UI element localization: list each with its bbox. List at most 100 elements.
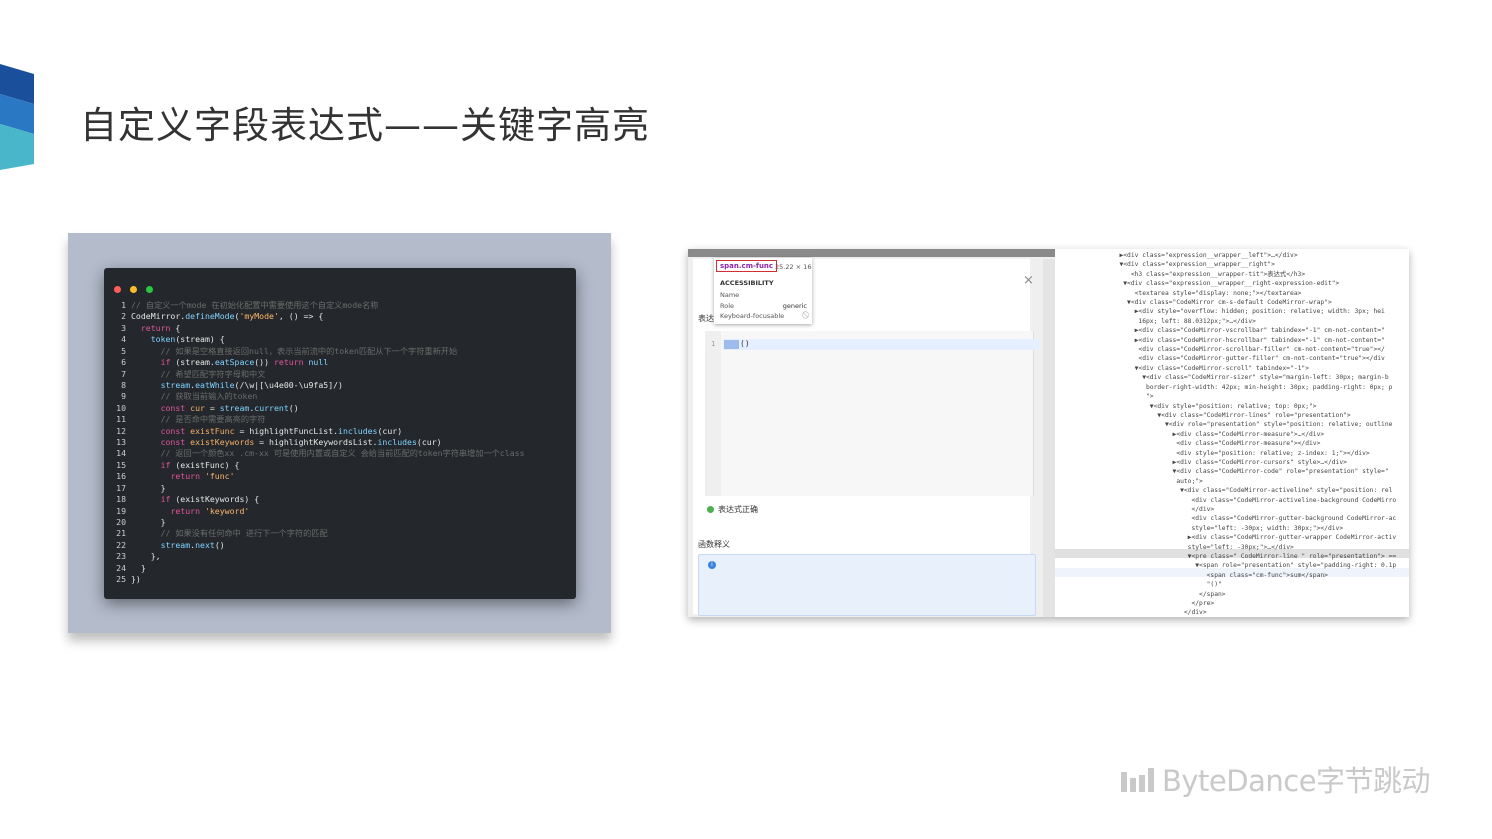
dom-node[interactable]: style="left: -30px;">…</div> bbox=[1055, 543, 1396, 552]
code-token: (cur) bbox=[377, 425, 403, 436]
dom-node[interactable]: <span class="cm-func">sum</span> bbox=[1055, 571, 1396, 580]
logo-text: ByteDance字节跳动 bbox=[1162, 764, 1431, 798]
code-line: 14 // 返回一个颜色xx .cm-xx 可是使用内置或自定义 会给当前匹配的… bbox=[112, 448, 524, 459]
code-line: 21 // 如果没有任何命中 进行下一个字符的匹配 bbox=[112, 528, 525, 539]
code-line: 1 // 自定义一个mode 在初始化配置中需要使用这个自定义mode名称 bbox=[112, 300, 525, 311]
slide-accent-bar bbox=[0, 64, 34, 170]
code-line-number: 2 bbox=[121, 311, 126, 322]
code-line: 25}) bbox=[112, 574, 525, 585]
code-line: 4 token(stream) { bbox=[112, 334, 525, 345]
code-token: // 如果是空格直接返回null，表示当前流中的token匹配从下一个字符重新开… bbox=[131, 345, 458, 356]
dom-node[interactable]: <div class="CodeMirror-activeline-backgr… bbox=[1055, 496, 1396, 505]
dom-node[interactable]: ▼<pre class=" CodeMirror-line " role="pr… bbox=[1055, 552, 1397, 561]
code-line-number: 7 bbox=[121, 368, 126, 379]
dom-node[interactable]: ▼<div class="CodeMirror-sizer" style="ma… bbox=[1055, 373, 1396, 382]
code-line-number: 17 bbox=[116, 482, 126, 493]
elements-panel: ▶<div class="expression__wrapper__left">… bbox=[1055, 249, 1409, 617]
expression-editor[interactable]: 1 () bbox=[705, 331, 1039, 496]
dom-node[interactable]: <div style="position: relative; z-index:… bbox=[1055, 449, 1396, 458]
code-line-number: 25 bbox=[116, 574, 126, 585]
dom-node[interactable]: ▶<div class="expression__wrapper__left">… bbox=[1055, 251, 1396, 260]
code-token: return bbox=[140, 322, 171, 333]
dom-node[interactable]: </pre> bbox=[1055, 599, 1396, 608]
code-line: 23 }, bbox=[112, 551, 525, 562]
dom-node[interactable]: <div class="CodeMirror-scrollbar-filler"… bbox=[1055, 345, 1396, 354]
code-token: = highlightFuncList. bbox=[234, 425, 339, 436]
dom-node[interactable]: ▼<div class="expression__wrapper__right-… bbox=[1055, 279, 1396, 288]
code-line-number: 3 bbox=[121, 322, 126, 333]
code-token: { bbox=[170, 322, 181, 333]
code-token: return bbox=[170, 505, 201, 516]
editor-text: () bbox=[740, 339, 750, 348]
code-token: // 自定义一个mode 在初始化配置中需要使用这个自定义mode名称 bbox=[131, 300, 379, 310]
code-token: existFunc bbox=[185, 425, 235, 436]
dom-node[interactable]: </div> bbox=[1055, 505, 1396, 514]
close-icon[interactable]: × bbox=[1023, 273, 1034, 288]
dom-node[interactable]: ▼<div class="CodeMirror-scroll" tabindex… bbox=[1055, 364, 1396, 373]
dom-node[interactable]: 16px; left: 88.0312px;">…</div> bbox=[1055, 317, 1396, 326]
code-token: if bbox=[160, 357, 171, 368]
code-line-number: 21 bbox=[116, 528, 126, 539]
code-line: 5 // 如果是空格直接返回null，表示当前流中的token匹配从下一个字符重… bbox=[112, 346, 525, 357]
dom-node[interactable]: <h3 class="expression__wrapper-tit">表达式<… bbox=[1055, 270, 1396, 279]
code-block: 1 // 自定义一个mode 在初始化配置中需要使用这个自定义mode名称 2 Cod… bbox=[112, 300, 525, 586]
dom-node[interactable]: <div class="CodeMirror-measure"></div> bbox=[1055, 439, 1396, 448]
dom-node[interactable]: ▼<div role="presentation" style="positio… bbox=[1055, 420, 1396, 429]
dom-node[interactable]: </div> bbox=[1055, 608, 1396, 617]
bytedance-logo: ByteDance字节跳动 bbox=[1120, 758, 1431, 800]
dom-node[interactable]: ▶<div class="CodeMirror-gutter-wrapper C… bbox=[1055, 533, 1397, 542]
dom-node[interactable]: <textarea style="display: none;"></texta… bbox=[1055, 289, 1396, 298]
inspect-tooltip: span.cm-func 25.22 × 16 ACCESSIBILITY Na… bbox=[714, 258, 812, 324]
dom-node[interactable]: auto;"> bbox=[1055, 477, 1396, 486]
code-token: (stream) { bbox=[175, 334, 225, 345]
code-line: 17 } bbox=[112, 483, 525, 494]
code-line-number: 19 bbox=[116, 505, 126, 516]
dom-node[interactable]: ▶<div class="CodeMirror-vscrollbar" tabi… bbox=[1055, 326, 1396, 335]
code-line: 18 if (existKeywords) { bbox=[112, 494, 525, 505]
dom-node[interactable]: ▼<span role="presentation" style="paddin… bbox=[1055, 561, 1396, 570]
code-screenshot-frame: 1 // 自定义一个mode 在初始化配置中需要使用这个自定义mode名称 2 Cod… bbox=[68, 233, 611, 633]
dom-node[interactable]: border-right-width: 42px; min-height: 30… bbox=[1055, 383, 1396, 392]
window-controls bbox=[114, 278, 157, 297]
tooltip-focus-label: Keyboard-focusable bbox=[720, 312, 785, 320]
dom-node[interactable]: ▼<div class="CodeMirror-lines" role="pre… bbox=[1055, 411, 1396, 420]
code-token: eatSpace bbox=[214, 357, 255, 368]
code-token: current bbox=[254, 402, 289, 413]
dom-node[interactable]: </span> bbox=[1055, 590, 1396, 599]
dom-node[interactable]: ▶<div style="overflow: hidden; position:… bbox=[1055, 307, 1396, 316]
dom-node[interactable]: ▶<div class="CodeMirror-measure">…</div> bbox=[1055, 430, 1396, 439]
dom-node[interactable]: ▼<div class="expression__wrapper__right"… bbox=[1055, 260, 1396, 269]
dom-node[interactable]: ▼<div class="CodeMirror cm-s-default Cod… bbox=[1055, 298, 1396, 307]
dom-node[interactable]: ▼<div class="CodeMirror-code" role="pres… bbox=[1055, 467, 1396, 476]
code-token: return bbox=[273, 357, 304, 368]
code-line-number: 5 bbox=[121, 345, 126, 356]
code-line-number: 16 bbox=[116, 471, 126, 482]
dom-node[interactable]: ▼<div class="CodeMirror-activeline" styl… bbox=[1055, 486, 1396, 495]
dom-node[interactable]: "> bbox=[1055, 392, 1396, 401]
dom-node[interactable]: <div class="CodeMirror-gutter-filler" cm… bbox=[1055, 354, 1396, 363]
dom-node[interactable]: ▶<div class="CodeMirror-cursors" style>…… bbox=[1055, 458, 1396, 467]
check-circle-icon bbox=[707, 506, 714, 513]
code-line-number: 23 bbox=[116, 551, 126, 562]
close-dot-icon bbox=[114, 286, 121, 293]
code-token: }, bbox=[131, 551, 161, 562]
code-line: 7 // 希望匹配字符字母和中文 bbox=[112, 369, 525, 380]
line-number: 1 bbox=[711, 340, 716, 348]
code-token: null bbox=[303, 357, 329, 368]
code-token: }) bbox=[131, 574, 141, 585]
dom-node[interactable]: style="left: -30px; width: 30px;"></div> bbox=[1055, 524, 1396, 533]
code-token: () bbox=[288, 402, 299, 413]
code-line-number: 20 bbox=[116, 517, 126, 528]
dom-node[interactable]: ▼<div style="position: relative; top: 0p… bbox=[1055, 402, 1396, 411]
dom-node[interactable]: <div class="CodeMirror-gutter-background… bbox=[1055, 514, 1396, 523]
code-line: 10 const cur = stream.current() bbox=[112, 403, 525, 414]
top-bar bbox=[688, 249, 1055, 257]
code-token: = bbox=[204, 402, 220, 413]
function-desc-label: 函数释义 bbox=[698, 540, 730, 549]
dom-node[interactable]: ▶<div class="CodeMirror-hscrollbar" tabi… bbox=[1055, 336, 1396, 345]
dom-node[interactable]: "()" bbox=[1055, 580, 1396, 589]
